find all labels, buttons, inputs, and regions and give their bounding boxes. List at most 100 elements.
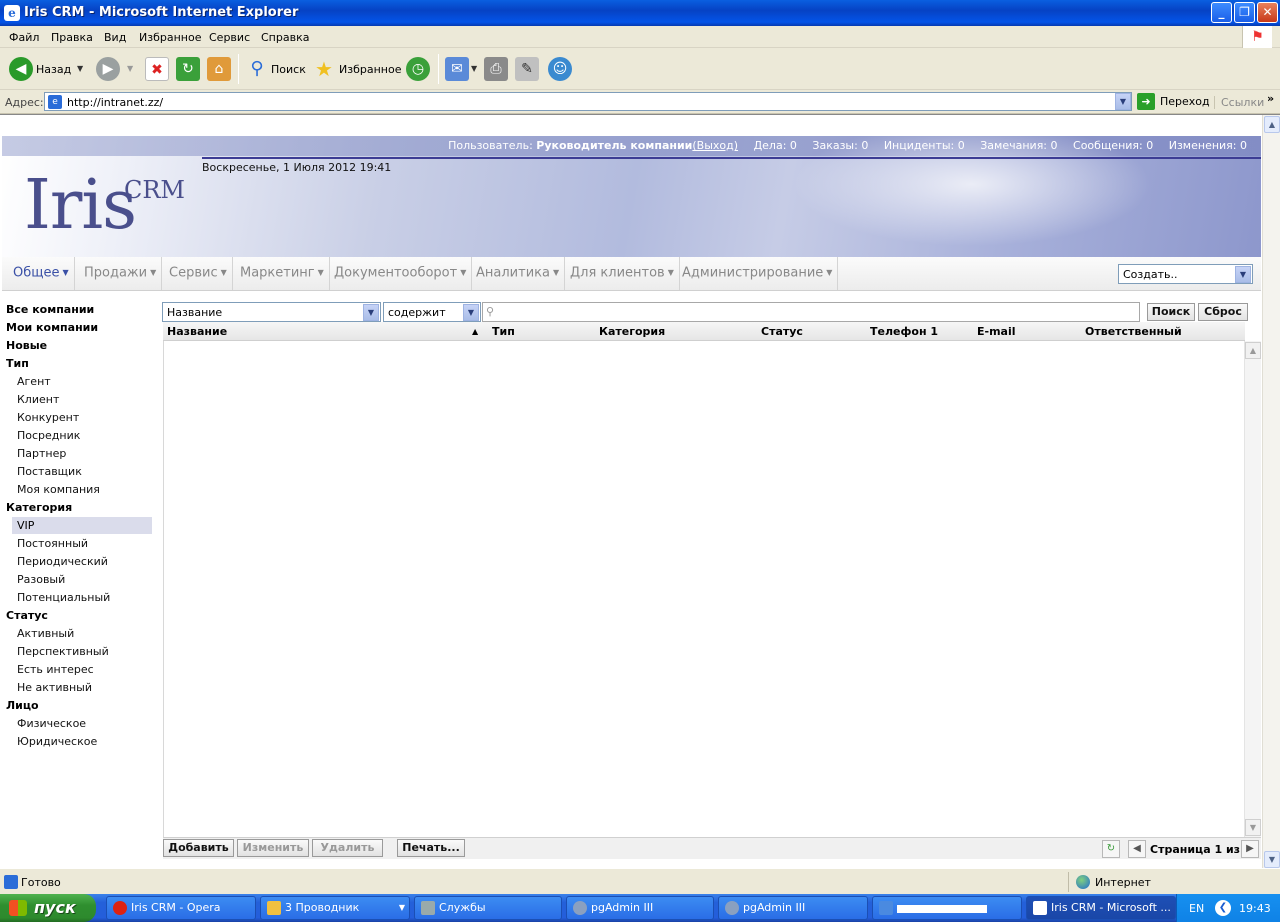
task-opera[interactable]: Iris CRM - Opera [106,896,256,920]
nav-admin[interactable]: Администрирование ▼ [677,257,839,290]
start-button[interactable]: пуск [0,894,96,922]
col-responsible[interactable]: Ответственный [1085,325,1182,338]
history-icon[interactable]: ◷ [406,57,430,81]
task-iris-ie[interactable]: Iris CRM - Microsoft ... [1026,896,1176,920]
mail-dropdown-icon[interactable]: ▼ [471,64,477,73]
grid-body[interactable] [163,341,1262,837]
search-button[interactable]: Поиск [1147,303,1195,321]
scroll-down-icon[interactable]: ▼ [1264,851,1280,868]
col-type[interactable]: Тип [492,325,515,338]
menu-tools[interactable]: Сервис [209,31,250,44]
sidebar-item[interactable]: VIP [12,517,152,534]
task-redacted[interactable] [872,896,1022,920]
sidebar-item[interactable]: Перспективный [2,643,152,660]
grid-scrollbar[interactable]: ▲ ▼ [1244,341,1261,837]
sidebar-item[interactable]: Поставщик [2,463,152,480]
task-pgadmin-1[interactable]: pgAdmin III [566,896,714,920]
delete-button[interactable]: Удалить [312,839,383,857]
tray-expand-icon[interactable]: ❮ [1215,900,1231,916]
menu-view[interactable]: Вид [104,31,126,44]
sidebar-item[interactable]: Физическое [2,715,152,732]
links-toolbar[interactable]: Ссылки [1214,96,1264,109]
language-indicator[interactable]: EN [1189,902,1204,915]
print-icon[interactable]: ⎙ [484,57,508,81]
address-input[interactable]: e http://intranet.zz/ ▼ [44,92,1132,111]
window-titlebar[interactable]: e Iris CRM - Microsoft Internet Explorer… [0,0,1280,26]
back-label[interactable]: Назад [36,63,71,76]
sidebar-item[interactable]: Активный [2,625,152,642]
counter-orders[interactable]: Заказы: 0 [812,139,868,152]
favorites-star-icon[interactable]: ★ [312,57,336,81]
scroll-up-icon[interactable]: ▲ [1245,342,1261,359]
chevron-right-icon[interactable]: » [1267,92,1274,105]
counter-messages[interactable]: Сообщения: 0 [1073,139,1153,152]
security-zone[interactable]: Интернет [1068,872,1278,892]
nav-service[interactable]: Сервис ▼ [164,257,233,290]
col-name[interactable]: Название [167,325,227,338]
sidebar-item[interactable]: Постоянный [2,535,152,552]
sidebar-group-header[interactable]: Мои компании [2,319,152,336]
filter-search-input[interactable]: ⚲ [482,302,1140,322]
stop-icon[interactable]: ✖ [145,57,169,81]
maximize-button[interactable]: ❐ [1234,2,1255,23]
reset-button[interactable]: Сброс [1198,303,1248,321]
clock[interactable]: 19:43 [1239,902,1271,915]
sidebar-item[interactable]: Посредник [2,427,152,444]
col-status[interactable]: Статус [761,325,803,338]
counter-remarks[interactable]: Замечания: 0 [980,139,1057,152]
nav-documents[interactable]: Документооборот ▼ [329,257,473,290]
home-icon[interactable]: ⌂ [207,57,231,81]
edit-button[interactable]: Изменить [237,839,309,857]
messenger-icon[interactable]: ☺ [548,57,572,81]
sort-asc-icon[interactable]: ▲ [472,327,478,336]
task-pgadmin-2[interactable]: pgAdmin III [718,896,868,920]
favorites-label[interactable]: Избранное [339,63,401,76]
iris-crm-logo[interactable]: Iris CRM [24,172,185,240]
sidebar-item[interactable]: Юридическое [2,733,152,750]
sidebar-item[interactable]: Клиент [2,391,152,408]
sidebar-group-header[interactable]: Лицо [2,697,152,714]
nav-analytics[interactable]: Аналитика ▼ [471,257,566,290]
forward-icon[interactable]: ▶ [96,57,120,81]
col-email[interactable]: E-mail [977,325,1016,338]
menu-help[interactable]: Справка [261,31,309,44]
mail-icon[interactable]: ✉ [445,57,469,81]
refresh-icon[interactable]: ↻ [176,57,200,81]
col-phone[interactable]: Телефон 1 [870,325,938,338]
close-button[interactable]: ✕ [1257,2,1278,23]
sidebar-group-header[interactable]: Все компании [2,301,152,318]
prev-page-icon[interactable]: ◀ [1128,840,1146,858]
menu-file[interactable]: Файл [9,31,39,44]
sidebar-item[interactable]: Потенциальный [2,589,152,606]
filter-field-select[interactable]: Название ▼ [162,302,381,322]
counter-changes[interactable]: Изменения: 0 [1169,139,1247,152]
nav-sales[interactable]: Продажи ▼ [79,257,163,290]
sidebar-item[interactable]: Партнер [2,445,152,462]
forward-dropdown-icon[interactable]: ▼ [127,64,133,73]
edit-page-icon[interactable]: ✎ [515,57,539,81]
counter-tasks[interactable]: Дела: 0 [754,139,797,152]
task-explorer[interactable]: 3 Проводник ▼ [260,896,410,920]
nav-general[interactable]: Общее ▼ [8,257,75,290]
chevron-down-icon[interactable]: ▼ [1235,266,1251,283]
back-dropdown-icon[interactable]: ▼ [77,64,83,73]
refresh-icon[interactable]: ↻ [1102,840,1120,858]
search-icon[interactable]: ⚲ [245,57,269,81]
sidebar-item[interactable]: Конкурент [2,409,152,426]
sidebar-item[interactable]: Моя компания [2,481,152,498]
scroll-up-icon[interactable]: ▲ [1264,116,1280,133]
menu-edit[interactable]: Правка [51,31,93,44]
sidebar-item[interactable]: Агент [2,373,152,390]
create-select[interactable]: Создать.. ▼ [1118,264,1253,284]
sidebar-item[interactable]: Разовый [2,571,152,588]
sidebar-item[interactable]: Периодический [2,553,152,570]
scroll-down-icon[interactable]: ▼ [1245,819,1261,836]
chevron-down-icon[interactable]: ▼ [463,304,479,321]
nav-marketing[interactable]: Маркетинг ▼ [235,257,330,290]
nav-clients[interactable]: Для клиентов ▼ [565,257,680,290]
filter-operator-select[interactable]: содержит ▼ [383,302,481,322]
sidebar-group-header[interactable]: Новые [2,337,152,354]
search-label[interactable]: Поиск [271,63,306,76]
sidebar-item[interactable]: Есть интерес [2,661,152,678]
logout-link[interactable]: (Выход) [692,139,738,152]
